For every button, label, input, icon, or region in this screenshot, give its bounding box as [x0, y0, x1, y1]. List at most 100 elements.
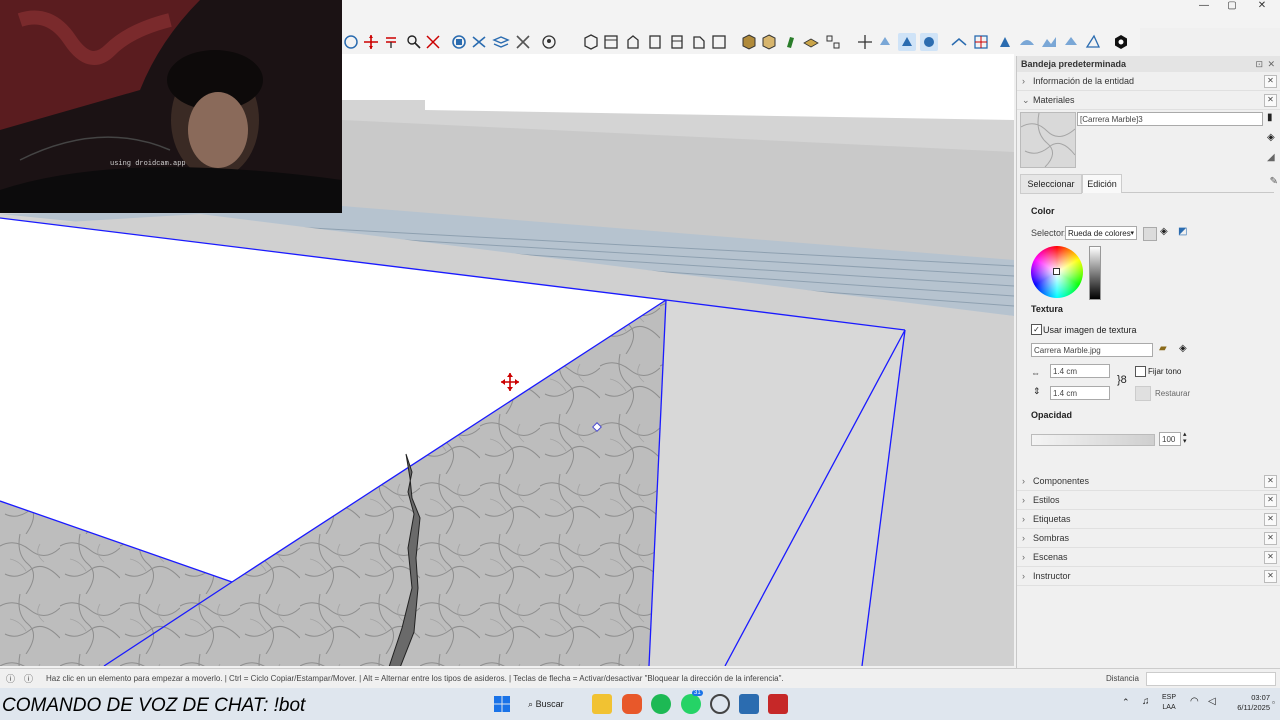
- close-icon[interactable]: ✕: [1264, 551, 1277, 564]
- texture-file-field[interactable]: [1031, 343, 1153, 357]
- section-plane-icon[interactable]: [450, 33, 468, 51]
- brave-browser-icon[interactable]: [622, 694, 642, 714]
- spotify-icon[interactable]: [651, 694, 671, 714]
- flip-edge-icon[interactable]: [1062, 33, 1080, 51]
- iso-view-icon[interactable]: [582, 33, 600, 51]
- language-indicator[interactable]: ESP LAA: [1162, 693, 1176, 713]
- bottom-view-icon[interactable]: [710, 33, 728, 51]
- windows-start-icon[interactable]: [492, 694, 512, 714]
- maximize-button[interactable]: ▢: [1220, 0, 1244, 14]
- minimize-button[interactable]: —: [1192, 0, 1216, 14]
- section-entity-info[interactable]: › Información de la entidad ✕: [1017, 72, 1280, 91]
- style-shaded-icon[interactable]: [920, 33, 938, 51]
- section-instructor[interactable]: › Instructor ✕: [1017, 567, 1280, 586]
- clock[interactable]: 03:07 6/11/2025: [1224, 693, 1270, 713]
- tab-edit[interactable]: Edición: [1082, 174, 1122, 193]
- close-icon[interactable]: ✕: [1264, 94, 1277, 107]
- close-button[interactable]: ✕: [1250, 0, 1274, 14]
- create-material-icon[interactable]: ◈: [1267, 132, 1275, 143]
- close-icon[interactable]: ✕: [1264, 570, 1277, 583]
- back-view-icon[interactable]: [668, 33, 686, 51]
- top-view-icon[interactable]: [602, 33, 620, 51]
- color-swatch[interactable]: [1143, 227, 1157, 241]
- x-ray-icon[interactable]: [470, 33, 488, 51]
- paint-icon[interactable]: [782, 33, 800, 51]
- right-view-icon[interactable]: [646, 33, 664, 51]
- file-explorer-icon[interactable]: [592, 694, 612, 714]
- walk-icon[interactable]: [856, 33, 874, 51]
- chrome-icon[interactable]: [710, 694, 730, 714]
- credits-icon[interactable]: ⓘ: [24, 669, 33, 689]
- zoom-extents-icon[interactable]: [424, 33, 442, 51]
- match-color-screen-icon[interactable]: ◩: [1178, 226, 1187, 237]
- pin-icon[interactable]: ⊡: [1255, 56, 1263, 72]
- whatsapp-icon[interactable]: 31: [681, 690, 703, 714]
- extension-icon[interactable]: [1112, 33, 1130, 51]
- close-icon[interactable]: ✕: [1264, 75, 1277, 88]
- show-hidden-icons-chevron-icon[interactable]: ⌃: [1122, 697, 1130, 708]
- mesh-icon[interactable]: [1018, 33, 1036, 51]
- reset-swatch[interactable]: [1135, 386, 1151, 401]
- opacity-spinner[interactable]: ▴ ▾: [1183, 431, 1187, 445]
- left-view-icon[interactable]: [690, 33, 708, 51]
- sample-paint-icon[interactable]: ▮: [1267, 112, 1273, 123]
- terrain-icon[interactable]: [1040, 33, 1058, 51]
- rotate-icon[interactable]: [342, 33, 360, 51]
- texture-height-field[interactable]: [1050, 386, 1110, 400]
- section-scenes[interactable]: › Escenas ✕: [1017, 548, 1280, 567]
- section-materials[interactable]: ⌄ Materiales ✕: [1017, 91, 1280, 110]
- sandbox-icon[interactable]: [950, 33, 968, 51]
- user-icon[interactable]: [540, 33, 558, 51]
- link-aspect-icon[interactable]: }8: [1117, 374, 1127, 386]
- section-fill-icon[interactable]: [824, 33, 842, 51]
- layers-icon[interactable]: [492, 33, 510, 51]
- zoom-icon[interactable]: [404, 33, 422, 51]
- component-icon[interactable]: [740, 33, 758, 51]
- microphone-icon[interactable]: ♫: [1142, 696, 1150, 707]
- style-xray-icon[interactable]: [898, 33, 916, 51]
- opacity-slider[interactable]: [1031, 434, 1155, 446]
- fix-tone-checkbox[interactable]: [1135, 366, 1146, 377]
- eyedropper-icon[interactable]: ✎: [1270, 176, 1278, 187]
- layout-app-icon[interactable]: [768, 694, 788, 714]
- match-color-model-icon[interactable]: ◈: [1160, 226, 1168, 237]
- texture-width-field[interactable]: [1050, 364, 1110, 378]
- use-texture-checkbox[interactable]: ✓: [1031, 324, 1042, 335]
- group-icon[interactable]: [760, 33, 778, 51]
- show-secondary-icon[interactable]: ◢: [1267, 152, 1275, 163]
- wifi-icon[interactable]: ◠: [1190, 696, 1199, 707]
- tools-icon[interactable]: [514, 33, 532, 51]
- notification-bell-icon[interactable]: ▫: [1272, 698, 1275, 707]
- grid-icon[interactable]: [972, 33, 990, 51]
- push-icon[interactable]: [996, 33, 1014, 51]
- section-tags[interactable]: › Etiquetas ✕: [1017, 510, 1280, 529]
- color-wheel[interactable]: [1031, 246, 1083, 298]
- close-icon[interactable]: ✕: [1264, 494, 1277, 507]
- edit-texture-icon[interactable]: ◈: [1179, 343, 1187, 354]
- material-name-field[interactable]: [1077, 112, 1263, 126]
- sketchup-icon[interactable]: [739, 694, 759, 714]
- taskbar-search[interactable]: ⌕ Buscar: [528, 695, 580, 713]
- brightness-slider[interactable]: [1089, 246, 1101, 300]
- move-icon[interactable]: [362, 33, 380, 51]
- section-styles[interactable]: › Estilos ✕: [1017, 491, 1280, 510]
- section-shadows[interactable]: › Sombras ✕: [1017, 529, 1280, 548]
- volume-icon[interactable]: ◁: [1208, 696, 1216, 707]
- tray-close-icon[interactable]: ✕: [1267, 56, 1275, 72]
- drape-icon[interactable]: [1084, 33, 1102, 51]
- look-around-icon[interactable]: [876, 33, 894, 51]
- section-components[interactable]: › Componentes ✕: [1017, 472, 1280, 491]
- geo-location-icon[interactable]: ⓘ: [6, 669, 15, 689]
- color-picker-select[interactable]: Rueda de colores ▾: [1065, 226, 1137, 240]
- section-display-icon[interactable]: [802, 33, 820, 51]
- front-view-icon[interactable]: [624, 33, 642, 51]
- opacity-field[interactable]: [1159, 432, 1181, 446]
- close-icon[interactable]: ✕: [1264, 532, 1277, 545]
- close-icon[interactable]: ✕: [1264, 513, 1277, 526]
- orbit-icon[interactable]: [382, 33, 400, 51]
- tab-select[interactable]: Seleccionar: [1020, 174, 1082, 194]
- measurements-field[interactable]: [1146, 672, 1276, 686]
- close-icon[interactable]: ✕: [1264, 475, 1277, 488]
- material-swatch[interactable]: [1020, 112, 1076, 168]
- browse-folder-icon[interactable]: ▰: [1159, 343, 1167, 354]
